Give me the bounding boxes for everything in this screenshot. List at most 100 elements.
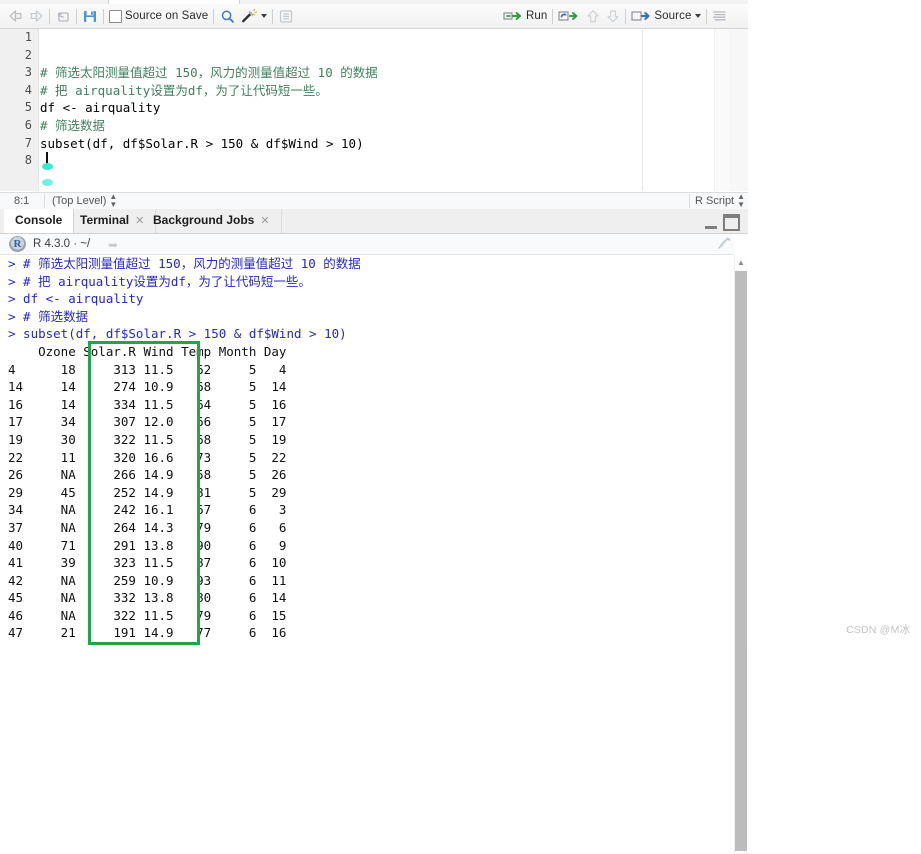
result-table-row: 29 45 252 14.9 81 5 29 [8,484,287,500]
line-number: 4 [24,82,32,97]
editor-scrollbar[interactable] [714,29,729,191]
watermark: CSDN @M冰 [846,624,911,636]
file-type-updown-icon[interactable]: ▲ ▼ [737,193,745,209]
line-number: 8 [24,153,32,168]
save-icon[interactable] [82,9,98,24]
code-line: subset(df, df$Solar.R > 150 & df$Wind > … [40,135,364,151]
line-number: 1 [24,30,32,44]
editor-right-margin [729,29,748,191]
toolbar-divider-8 [706,8,708,24]
rstudio-window: Source on Save Run Source 1 2 3 4 5 6 7 … [0,0,749,854]
result-table-header: Ozone Solar.R Wind Temp Month Day [8,343,287,359]
result-table-row: 19 30 322 11.5 68 5 19 [8,431,287,447]
toolbar-divider-7 [625,8,627,24]
editor-code-area[interactable]: # 筛选太阳测量值超过 150，风力的测量值超过 10 的数据 # 把 airq… [40,29,714,191]
toolbar-divider-3 [103,8,104,24]
line-number: 6 [24,117,32,132]
forward-arrow-icon[interactable] [27,9,44,23]
document-outline-icon[interactable] [278,9,294,24]
code-tools-wand-icon[interactable] [240,8,258,24]
code-line: df <- airquality [40,100,161,116]
scope-selector[interactable]: (Top Level) ▲ ▼ [52,193,117,209]
magnifier-icon[interactable] [219,9,236,24]
tab-terminal-label: Terminal [80,213,130,227]
run-icon[interactable] [503,9,523,23]
source-chevron-down-icon[interactable] [695,14,702,18]
result-table-row: 45 NA 332 13.8 80 6 14 [8,590,287,606]
source-toolbar: Source on Save Run Source [0,4,748,29]
show-in-new-window-icon[interactable] [55,9,71,24]
code-line: # 筛选数据 [40,117,106,133]
toolbar-divider-5 [272,8,274,24]
toolbar-divider-1 [49,8,50,24]
console-scrollbar-thumb[interactable] [735,271,747,851]
console-tab-bar: Console Terminal ✕ Background Jobs ✕ [0,209,748,234]
working-directory-link[interactable]: ~/ [80,238,90,250]
tab-console[interactable]: Console [4,209,75,233]
result-table-row: 16 14 334 11.5 64 5 16 [8,396,287,412]
console-command-line: > # 把 airquality设置为df，为了让代码短一些。 [8,273,311,289]
cursor-marker-secondary-icon [42,179,53,186]
result-table-row: 34 NA 242 16.1 67 6 3 [8,502,287,518]
console-output[interactable]: > # 筛选太阳测量值超过 150，风力的测量值超过 10 的数据 > # 把 … [0,255,734,645]
clear-console-broom-icon[interactable] [714,234,734,254]
code-tools-chevron-down-icon[interactable] [261,14,268,18]
line-number: 3 [24,65,32,80]
source-icon[interactable] [631,9,651,23]
code-line: # 把 airquality设置为df，为了让代码短一些。 [40,82,328,98]
console-command-line: > subset(df, df$Solar.R > 150 & df$Wind … [8,326,347,342]
source-pane: Source on Save Run Source 1 2 3 4 5 6 7 … [0,0,748,210]
r-logo-icon: R [9,236,26,252]
result-table-row: 26 NA 266 14.9 58 5 26 [8,467,287,483]
scope-label: (Top Level) [52,195,107,207]
header-separator: · [73,238,78,250]
status-divider-1 [44,194,45,208]
toolbar-divider-2 [76,8,77,24]
editor-status-bar: 8:1 (Top Level) ▲ ▼ R Script ▲ ▼ [0,192,748,210]
go-down-icon[interactable] [606,9,620,24]
code-line: # 筛选太阳测量值超过 150，风力的测量值超过 10 的数据 [40,65,378,81]
back-arrow-icon[interactable] [8,9,25,23]
code-editor[interactable]: 1 2 3 4 5 6 7 8 # 筛选太阳测量值超过 150，风力的测量值超过… [0,29,714,191]
margin-guide [642,29,643,191]
file-type-selector[interactable]: R Script ▲ ▼ [695,193,745,209]
r-logo-letter: R [13,238,22,250]
result-table-row: 41 39 323 11.5 87 6 10 [8,555,287,571]
editor-gutter: 1 2 3 4 5 6 7 8 [0,29,39,191]
maximize-pane-icon[interactable] [723,214,740,231]
run-button-label[interactable]: Run [523,10,547,22]
show-document-outline-icon[interactable] [712,9,727,23]
result-table-row: 47 21 191 14.9 77 6 16 [8,625,287,641]
result-table-row: 40 71 291 13.8 90 6 9 [8,537,287,553]
scroll-up-arrow-icon[interactable]: ▲ [735,257,747,269]
tab-console-label: Console [15,213,63,227]
line-number: 2 [24,47,32,62]
console-pane: Console Terminal ✕ Background Jobs ✕ R R 4… [0,209,749,854]
line-number: 7 [24,135,32,150]
result-table-row: 46 NA 322 11.5 79 6 15 [8,607,287,623]
cursor-position: 8:1 [14,195,30,207]
result-table-row: 42 NA 259 10.9 93 6 11 [8,572,287,588]
close-icon[interactable]: ✕ [260,215,269,227]
console-command-line: > # 筛选数据 [8,308,89,324]
go-up-icon[interactable] [586,9,600,24]
minimize-pane-icon[interactable] [705,217,717,229]
source-button-label[interactable]: Source [651,10,691,22]
console-command-line: > # 筛选太阳测量值超过 150，风力的测量值超过 10 的数据 [8,256,361,271]
result-table-row: 37 NA 264 14.3 79 6 6 [8,519,287,535]
result-table-row: 17 34 307 12.0 66 5 17 [8,414,287,430]
toolbar-divider-4 [213,8,215,24]
view-in-pane-icon[interactable]: ➥ [108,238,118,252]
result-table-row: 14 14 274 10.9 68 5 14 [8,379,287,395]
scope-updown-icon[interactable]: ▲ ▼ [109,193,117,209]
tab-background-jobs[interactable]: Background Jobs ✕ [142,209,282,233]
console-header: R R 4.3.0 · ~/ ➥ [0,234,734,255]
source-on-save-label: Source on Save [125,10,209,22]
source-on-save-checkbox[interactable] [109,9,122,23]
rerun-icon[interactable] [558,9,580,23]
r-version-label: R 4.3.0 [33,238,71,250]
console-command-line: > df <- airquality [8,291,144,307]
